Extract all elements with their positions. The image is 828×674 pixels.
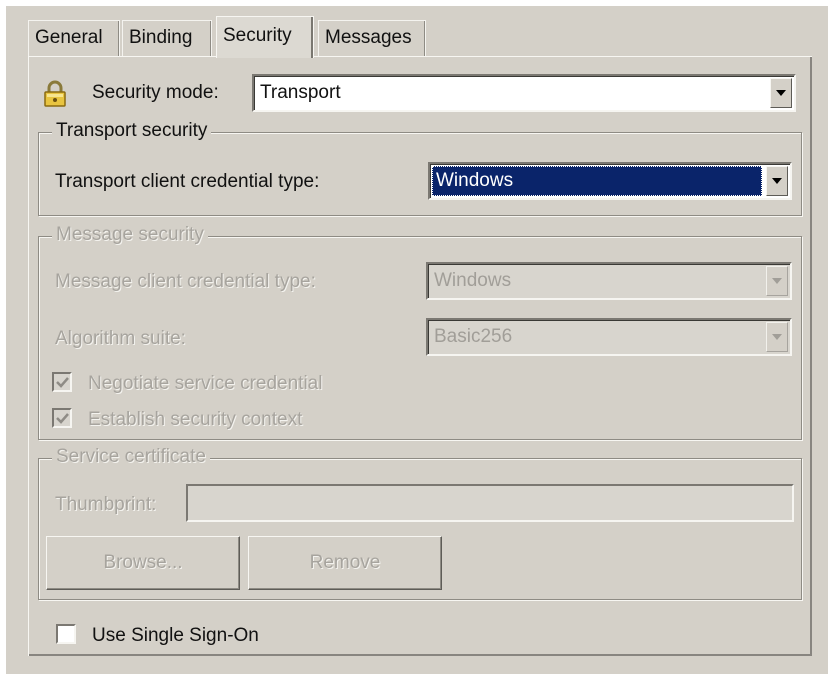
tab-general[interactable]: General (28, 20, 120, 56)
chevron-down-icon (772, 334, 782, 340)
establish-context-label: Establish security context (88, 409, 303, 430)
transport-credential-label: Transport client credential type: (55, 171, 320, 192)
message-security-title: Message security (52, 224, 208, 246)
service-certificate-title: Service certificate (52, 446, 210, 468)
security-mode-combobox[interactable]: Transport (252, 74, 796, 112)
message-credential-combobox[interactable]: Windows (426, 262, 792, 300)
security-mode-value: Transport (260, 82, 341, 103)
transport-credential-dropdown-button[interactable] (766, 166, 788, 196)
security-mode-dropdown-button[interactable] (770, 78, 792, 108)
tab-binding[interactable]: Binding (122, 20, 212, 56)
negotiate-credential-label: Negotiate service credential (88, 373, 323, 394)
single-sign-on-checkbox[interactable] (56, 624, 76, 644)
algorithm-suite-label: Algorithm suite: (55, 328, 186, 349)
checkmark-icon (55, 412, 69, 424)
algorithm-suite-dropdown-button[interactable] (766, 322, 788, 352)
thumbprint-field[interactable] (186, 484, 794, 522)
chevron-down-icon (772, 178, 782, 184)
message-credential-value: Windows (434, 270, 512, 291)
transport-security-title: Transport security (52, 120, 212, 142)
algorithm-suite-value: Basic256 (434, 326, 513, 347)
transport-credential-combobox[interactable]: Windows (428, 162, 792, 200)
lock-icon (44, 80, 66, 107)
chevron-down-icon (776, 90, 786, 96)
establish-context-checkbox[interactable] (52, 408, 72, 428)
security-mode-label: Security mode: (92, 82, 219, 103)
remove-button[interactable]: Remove (248, 536, 442, 590)
chevron-down-icon (772, 278, 782, 284)
browse-button[interactable]: Browse... (46, 536, 240, 590)
message-credential-label: Message client credential type: (55, 271, 316, 292)
transport-credential-value: Windows (432, 166, 762, 196)
tab-security[interactable]: Security (216, 16, 314, 58)
single-sign-on-label: Use Single Sign-On (92, 625, 259, 646)
negotiate-credential-checkbox[interactable] (52, 372, 72, 392)
algorithm-suite-combobox[interactable]: Basic256 (426, 318, 792, 356)
checkmark-icon (55, 376, 69, 388)
tab-messages[interactable]: Messages (318, 20, 426, 56)
thumbprint-label: Thumbprint: (55, 494, 157, 515)
message-credential-dropdown-button[interactable] (766, 266, 788, 296)
